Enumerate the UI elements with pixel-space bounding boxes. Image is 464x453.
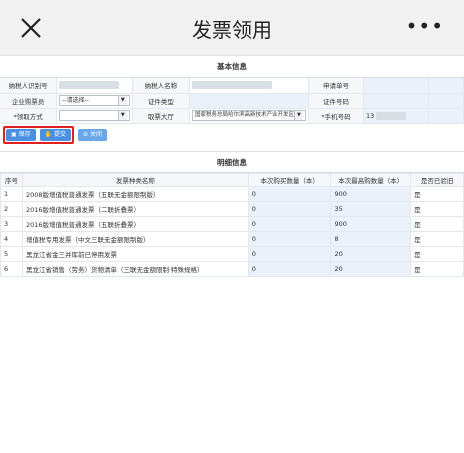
basic-info-header: 基本信息 xyxy=(0,56,464,78)
hall-cell: 国家税务总局哈尔滨高新技术产业开发区 ▼ xyxy=(189,108,309,124)
table-row: 2 2016版增值税普通发票（二联折叠票） 0 35 是 xyxy=(0,200,464,217)
hall-select[interactable]: 国家税务总局哈尔滨高新技术产业开发区 ▼ xyxy=(191,110,306,121)
cert-type-field[interactable] xyxy=(189,93,309,109)
table-row: 6 黑龙江省销售（劳务）货物清单（三联无金额限制·特殊规格） 0 20 是 xyxy=(0,260,464,277)
row-checked: 是 xyxy=(410,245,464,262)
apply-no-extra xyxy=(428,78,464,94)
save-icon: ▣ xyxy=(11,130,17,138)
row-no: 5 xyxy=(0,245,23,262)
close-circle-icon: ⊘ xyxy=(83,130,89,138)
row-qty-input[interactable]: 0 xyxy=(247,185,332,202)
row-no: 4 xyxy=(0,230,23,247)
row-name: 增值税专用发票（中文三联无金额限制版） xyxy=(21,230,249,247)
buyer-cell: --请选择-- ▼ xyxy=(56,93,133,109)
apply-no-field[interactable] xyxy=(363,78,430,94)
form-content: 基本信息 纳税人识别号 纳税人名称 申请单号 企业购票员 --请选择-- ▼ 证件… xyxy=(0,56,464,453)
close-button[interactable]: ⊘ 关闭 xyxy=(78,128,107,141)
save-label: 保存 xyxy=(18,130,31,138)
cert-no-label: 证件号码 xyxy=(308,93,364,109)
col-no: 序号 xyxy=(0,172,23,187)
table-row: 4 增值税专用发票（中文三联无金额限制版） 0 8 是 xyxy=(0,230,464,247)
submit-label: 提交 xyxy=(54,130,67,138)
title-bar: 发票领用 ••• xyxy=(0,0,464,56)
row-max: 20 xyxy=(330,245,412,262)
row-max: 900 xyxy=(330,215,412,232)
phone-value: 13 xyxy=(365,111,375,120)
phone-extra xyxy=(428,108,464,124)
cert-no-field[interactable] xyxy=(363,93,430,109)
submit-icon: ✋ xyxy=(44,130,53,138)
taxpayer-id-value xyxy=(56,78,133,94)
detail-info-header: 明细信息 xyxy=(0,150,464,173)
table-row: 5 黑龙江省金三并库前已停用发票 0 20 是 xyxy=(0,245,464,262)
row-qty-input[interactable]: 0 xyxy=(247,215,332,232)
row-checked: 是 xyxy=(410,215,464,232)
row-checked: 是 xyxy=(410,260,464,277)
detail-table: 序号 发票种类名称 本次购买数量（本） 本次最高购数量（本） 是否已验旧 1 2… xyxy=(0,172,464,277)
col-name: 发票种类名称 xyxy=(21,172,249,187)
row-qty-input[interactable]: 0 xyxy=(247,200,332,217)
chevron-down-icon: ▼ xyxy=(117,96,127,105)
row-checked: 是 xyxy=(410,185,464,202)
basic-row-2: 企业购票员 --请选择-- ▼ 证件类型 证件号码 xyxy=(0,93,464,109)
table-row: 1 2008版增值税普通发票（五联无金额限制版） 0 900 是 xyxy=(0,185,464,202)
row-qty-input[interactable]: 0 xyxy=(247,260,332,277)
row-max: 20 xyxy=(330,260,412,277)
row-max: 8 xyxy=(330,230,412,247)
row-no: 1 xyxy=(0,185,23,202)
detail-header-row: 序号 发票种类名称 本次购买数量（本） 本次最高购数量（本） 是否已验旧 xyxy=(0,172,464,187)
close-label: 关闭 xyxy=(89,130,102,138)
row-max: 900 xyxy=(330,185,412,202)
row-name: 2016版增值税普通发票（五联折叠票） xyxy=(21,215,249,232)
row-no: 2 xyxy=(0,200,23,217)
more-menu-icon[interactable]: ••• xyxy=(406,14,444,38)
col-max: 本次最高购数量（本） xyxy=(330,172,412,187)
buyer-label: 企业购票员 xyxy=(0,93,58,109)
row-qty-input[interactable]: 0 xyxy=(247,230,332,247)
pickup-select[interactable]: ▼ xyxy=(59,110,130,121)
taxpayer-name-value xyxy=(189,78,309,94)
taxpayer-name-label: 纳税人名称 xyxy=(132,78,190,94)
row-name: 2008版增值税普通发票（五联无金额限制版） xyxy=(21,185,249,202)
row-no: 3 xyxy=(0,215,23,232)
chevron-down-icon: ▼ xyxy=(293,111,303,120)
phone-label: *手机号码 xyxy=(308,108,364,124)
page-title: 发票领用 xyxy=(192,18,272,42)
row-name: 黑龙江省金三并库前已停用发票 xyxy=(21,245,249,262)
save-button[interactable]: ▣ 保存 xyxy=(6,128,36,141)
cert-type-label: 证件类型 xyxy=(132,93,190,109)
row-qty-input[interactable]: 0 xyxy=(247,245,332,262)
col-checked: 是否已验旧 xyxy=(410,172,464,187)
buyer-select-value: --请选择-- xyxy=(62,97,89,104)
table-row: 3 2016版增值税普通发票（五联折叠票） 0 900 是 xyxy=(0,215,464,232)
cert-no-extra xyxy=(428,93,464,109)
apply-no-label: 申请单号 xyxy=(308,78,364,94)
phone-field[interactable]: 13 xyxy=(363,108,430,124)
row-max: 35 xyxy=(330,200,412,217)
submit-button[interactable]: ✋ 提交 xyxy=(39,128,72,141)
basic-row-1: 纳税人识别号 纳税人名称 申请单号 xyxy=(0,78,464,94)
buyer-select[interactable]: --请选择-- ▼ xyxy=(59,95,130,106)
highlighted-buttons: ▣ 保存 ✋ 提交 xyxy=(3,125,75,144)
col-qty: 本次购买数量（本） xyxy=(247,172,332,187)
row-checked: 是 xyxy=(410,200,464,217)
pickup-cell: ▼ xyxy=(56,108,133,124)
row-checked: 是 xyxy=(410,230,464,247)
row-name: 黑龙江省销售（劳务）货物清单（三联无金额限制·特殊规格） xyxy=(21,260,249,277)
taxpayer-id-label: 纳税人识别号 xyxy=(0,78,58,94)
chevron-down-icon: ▼ xyxy=(117,111,127,120)
row-no: 6 xyxy=(0,260,23,277)
hall-label: 取票大厅 xyxy=(132,108,190,124)
basic-row-3: *领取方式 ▼ 取票大厅 国家税务总局哈尔滨高新技术产业开发区 ▼ *手机号码 1… xyxy=(0,108,464,124)
toolbar: ▣ 保存 ✋ 提交 ⊘ 关闭 xyxy=(0,124,464,146)
hall-select-value: 国家税务总局哈尔滨高新技术产业开发区 xyxy=(194,112,294,118)
row-name: 2016版增值税普通发票（二联折叠票） xyxy=(21,200,249,217)
basic-info-table: 纳税人识别号 纳税人名称 申请单号 企业购票员 --请选择-- ▼ 证件类型 证件… xyxy=(0,78,464,124)
pickup-label: *领取方式 xyxy=(0,108,58,124)
